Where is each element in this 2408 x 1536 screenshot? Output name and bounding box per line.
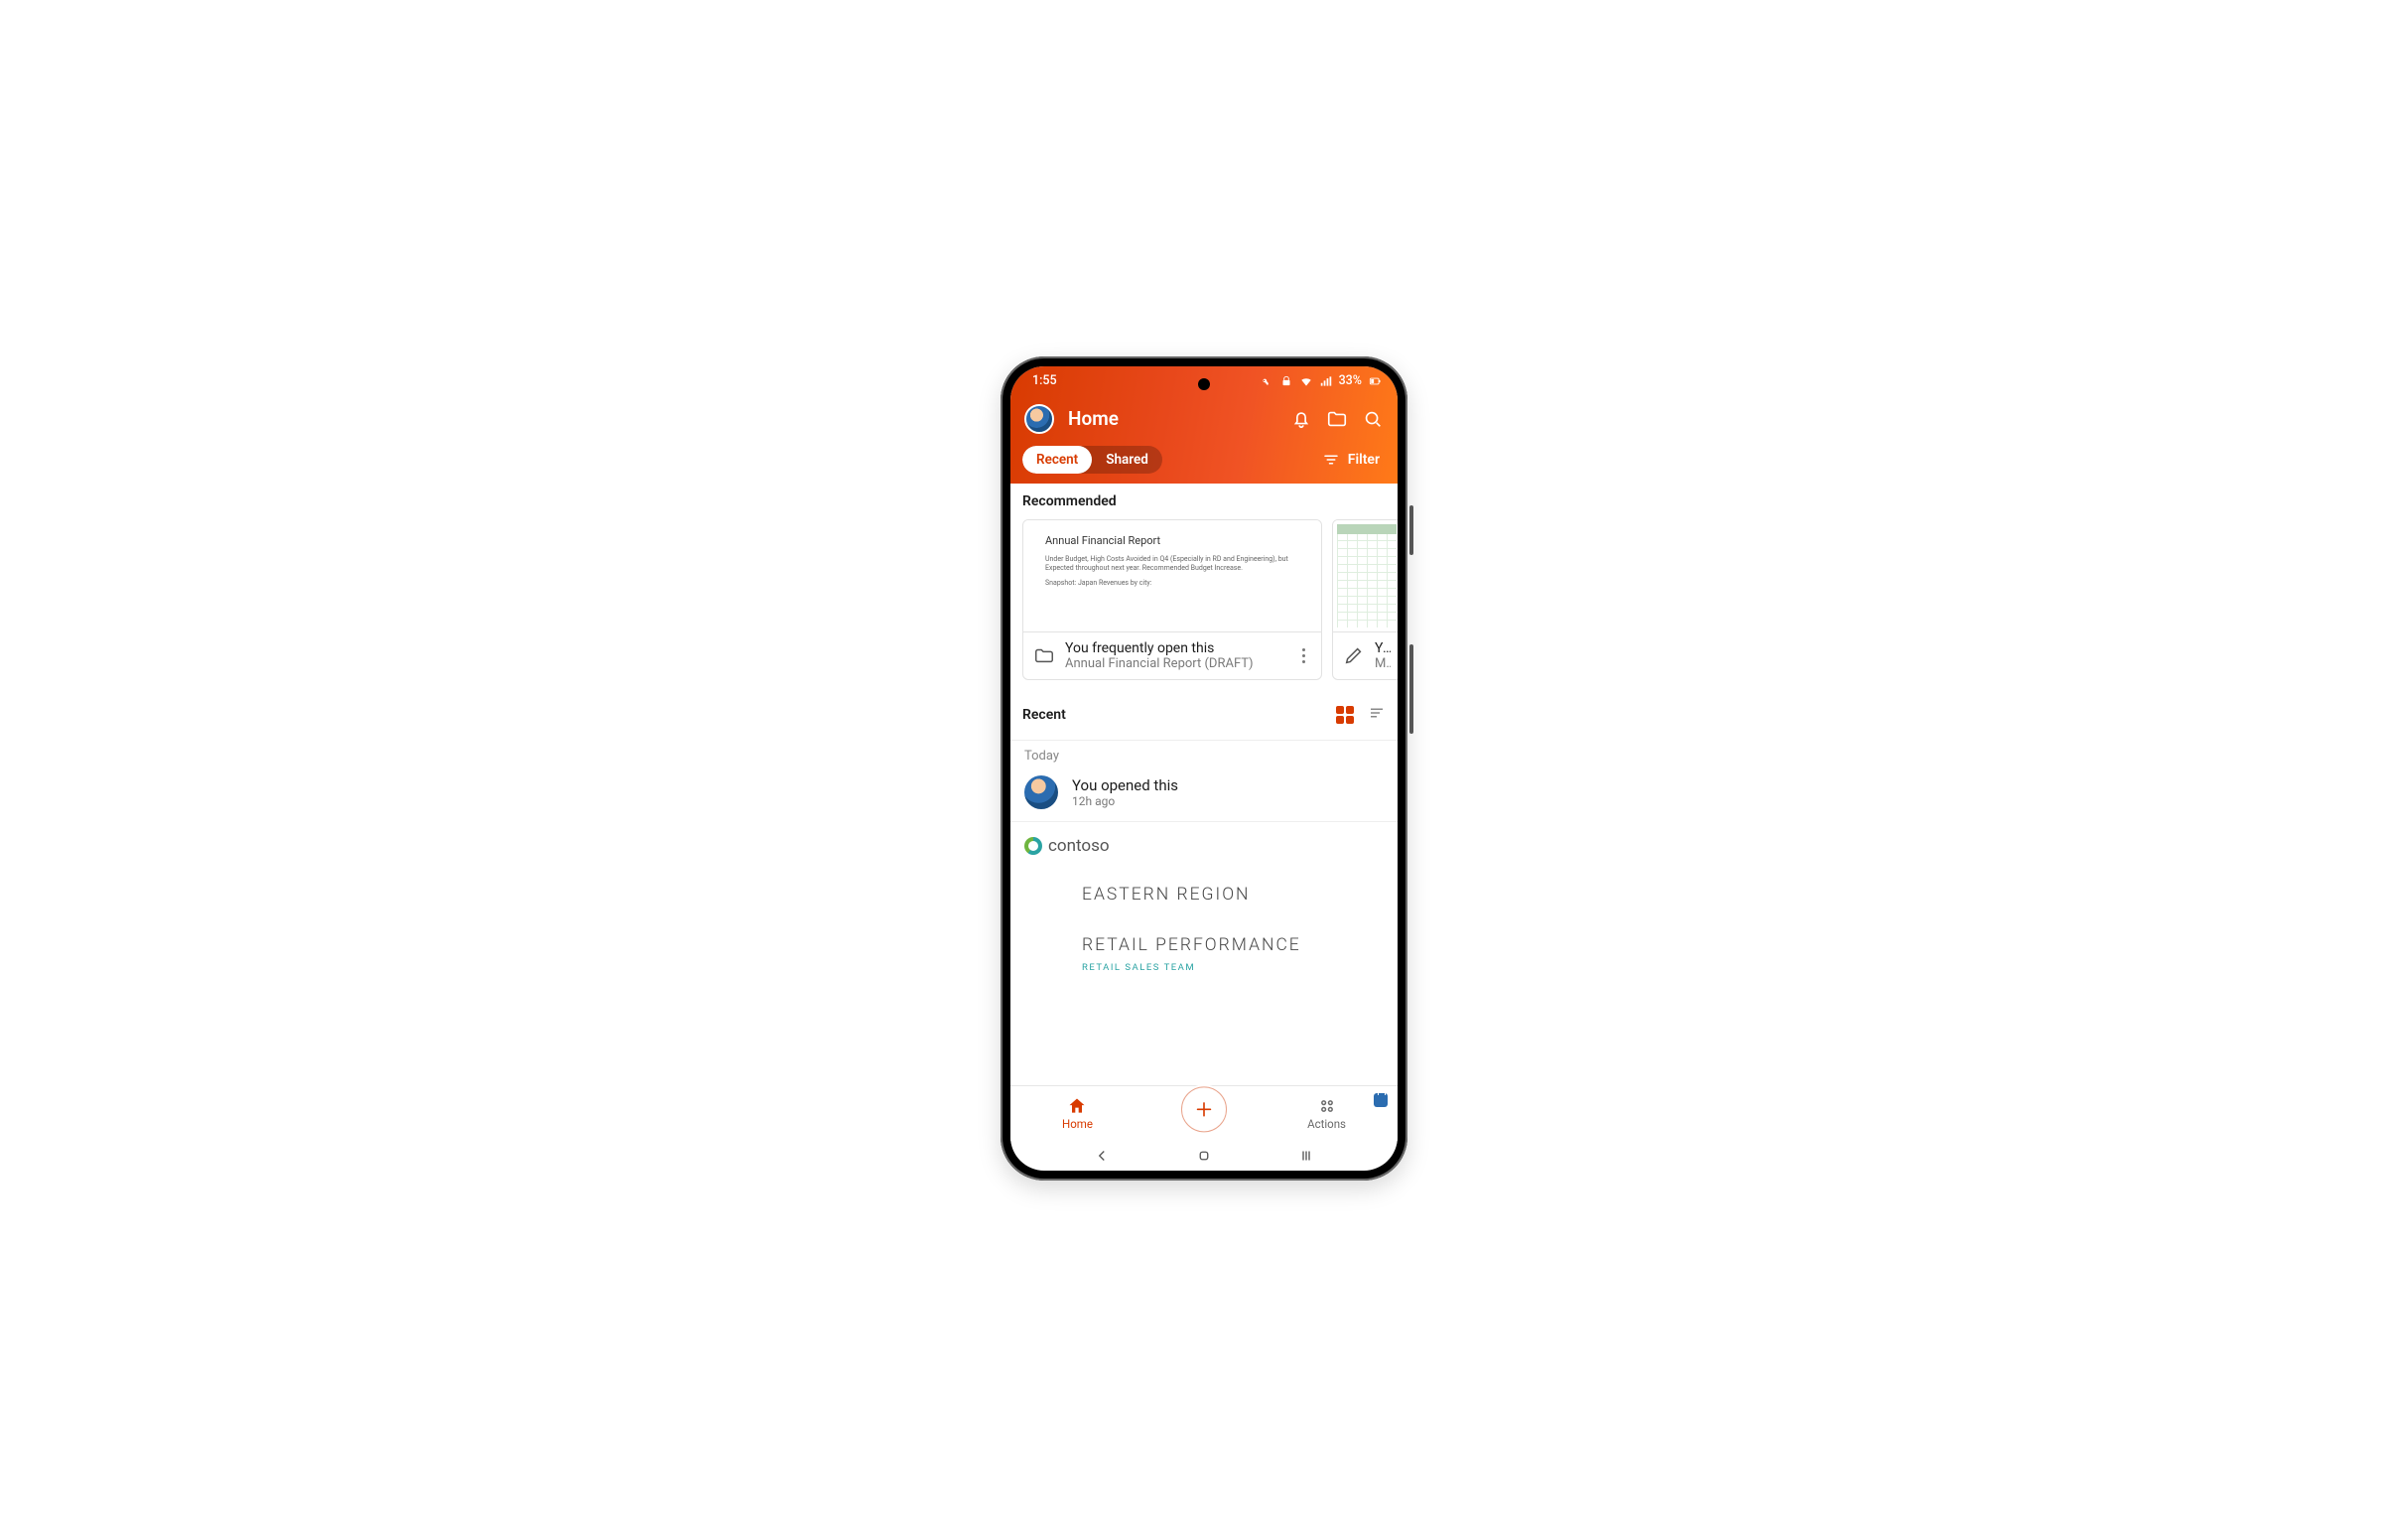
system-nav-bar	[1010, 1141, 1398, 1171]
filter-label: Filter	[1348, 452, 1380, 468]
sys-back-icon[interactable]	[1093, 1147, 1111, 1165]
filter-button[interactable]: Filter	[1322, 451, 1386, 469]
folder-outline-icon	[1033, 644, 1055, 666]
actions-icon	[1317, 1096, 1337, 1116]
contoso-swirl-icon	[1024, 837, 1042, 855]
tab-bar: Recent Shared Filter	[1010, 446, 1398, 484]
recent-header-row: Recent	[1010, 694, 1398, 736]
nav-actions-label: Actions	[1307, 1117, 1346, 1131]
shop-badge-icon	[1374, 1093, 1388, 1107]
spreadsheet-thumbnail	[1337, 524, 1397, 628]
pencil-icon	[1343, 644, 1365, 666]
tab-recent[interactable]: Recent	[1022, 446, 1092, 474]
profile-avatar[interactable]	[1024, 404, 1054, 434]
card-meta: You Mar	[1333, 631, 1398, 679]
nav-home-label: Home	[1062, 1117, 1093, 1131]
plus-icon	[1193, 1098, 1215, 1120]
page-title: Home	[1068, 407, 1119, 430]
recommended-card[interactable]: Annual Financial Report Under Budget, Hi…	[1022, 519, 1322, 680]
sys-recents-icon[interactable]	[1297, 1147, 1315, 1165]
grid-view-icon[interactable]	[1336, 706, 1354, 724]
card-meta: You frequently open this Annual Financia…	[1023, 631, 1321, 679]
content-scroll[interactable]: Recommended Annual Financial Report Unde…	[1010, 484, 1398, 1085]
wifi-icon	[1299, 374, 1313, 388]
lock-icon	[1279, 374, 1293, 388]
filter-icon	[1322, 451, 1340, 469]
bell-icon[interactable]	[1290, 408, 1312, 430]
battery-text: 33%	[1339, 373, 1362, 388]
vpn-key-icon	[1260, 374, 1273, 388]
brand-logo: contoso	[1024, 836, 1384, 856]
tab-segment: Recent Shared	[1022, 446, 1162, 474]
nav-actions[interactable]: Actions	[1307, 1096, 1346, 1131]
home-icon	[1067, 1096, 1087, 1116]
camera-cutout	[1198, 378, 1210, 390]
app-bar: Home	[1010, 394, 1398, 446]
preview-line: Snapshot: Japan Revenues by city:	[1045, 579, 1299, 588]
card-subtitle: Mar	[1375, 656, 1391, 671]
status-right: 33%	[1260, 373, 1382, 388]
more-menu-icon[interactable]	[1295, 648, 1311, 663]
recommended-card[interactable]: You Mar	[1332, 519, 1398, 680]
search-icon[interactable]	[1362, 408, 1384, 430]
card-reason: You frequently open this	[1065, 640, 1285, 656]
card-reason: You	[1375, 640, 1391, 656]
folder-icon[interactable]	[1326, 408, 1348, 430]
preview-line: Under Budget, High Costs Avoided in Q4 (…	[1045, 555, 1299, 573]
today-label: Today	[1010, 741, 1398, 769]
phone-screen: 1:55 33% Home	[1010, 366, 1398, 1171]
doc-heading-line: EASTERN REGION	[1024, 884, 1384, 908]
preview-title: Annual Financial Report	[1045, 534, 1299, 547]
phone-frame: 1:55 33% Home	[1001, 356, 1407, 1181]
activity-time: 12h ago	[1072, 794, 1178, 808]
doc-subheading: RETAIL SALES TEAM	[1024, 962, 1384, 973]
recommended-row: Annual Financial Report Under Budget, Hi…	[1010, 519, 1398, 694]
card-subtitle: Annual Financial Report (DRAFT)	[1065, 656, 1285, 671]
doc-heading-line: RETAIL PERFORMANCE	[1024, 934, 1384, 958]
bottom-nav: Home Actions	[1010, 1085, 1398, 1141]
activity-row[interactable]: You opened this 12h ago	[1010, 769, 1398, 822]
list-view-icon[interactable]	[1368, 704, 1386, 726]
status-time: 1:55	[1032, 373, 1057, 388]
activity-title: You opened this	[1072, 776, 1178, 794]
recommended-label: Recommended	[1010, 484, 1398, 519]
recent-label: Recent	[1022, 707, 1066, 723]
card-preview	[1333, 520, 1398, 631]
signal-icon	[1319, 374, 1333, 388]
view-toggle	[1336, 704, 1386, 726]
brand-name: contoso	[1048, 836, 1110, 856]
canvas: 1:55 33% Home	[0, 0, 2408, 1536]
tab-shared[interactable]: Shared	[1092, 446, 1162, 474]
sys-home-icon[interactable]	[1195, 1147, 1213, 1165]
document-preview[interactable]: contoso EASTERN REGION RETAIL PERFORMANC…	[1010, 822, 1398, 973]
fab-create[interactable]	[1181, 1086, 1227, 1132]
card-preview: Annual Financial Report Under Budget, Hi…	[1023, 520, 1321, 631]
nav-home[interactable]: Home	[1062, 1096, 1093, 1131]
battery-icon	[1368, 374, 1382, 388]
activity-avatar	[1024, 775, 1058, 809]
